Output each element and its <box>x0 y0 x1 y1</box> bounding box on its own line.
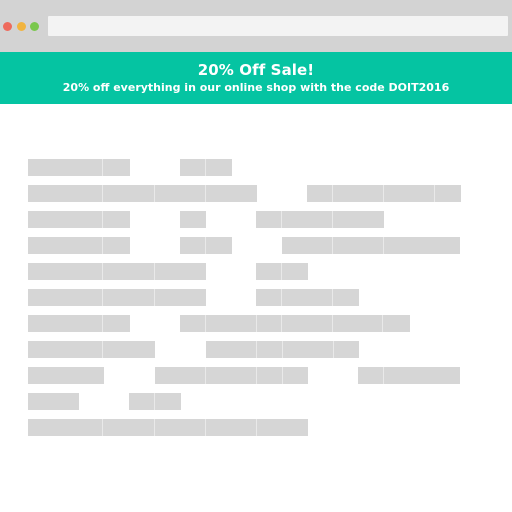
placeholder-text-block <box>358 367 460 384</box>
placeholder-text-block <box>28 185 257 202</box>
placeholder-text-block <box>28 237 130 254</box>
placeholder-text-block <box>256 263 308 280</box>
placeholder-text-block <box>180 211 206 228</box>
maximize-window-icon[interactable] <box>30 22 39 31</box>
placeholder-text-block <box>28 315 130 332</box>
placeholder-text-block <box>28 393 79 410</box>
close-window-icon[interactable] <box>3 22 12 31</box>
minimize-window-icon[interactable] <box>17 22 26 31</box>
placeholder-text-block <box>28 263 206 280</box>
placeholder-text-block <box>282 237 460 254</box>
browser-chrome <box>0 0 512 52</box>
placeholder-text-block <box>180 315 410 332</box>
placeholder-text-block <box>307 185 461 202</box>
placeholder-text-block <box>28 159 130 176</box>
placeholder-text-block <box>256 211 384 228</box>
placeholder-text-block <box>180 237 232 254</box>
placeholder-text-block <box>28 367 104 384</box>
placeholder-text-block <box>28 419 308 436</box>
address-bar[interactable] <box>48 16 508 36</box>
sale-banner-subtitle: 20% off everything in our online shop wi… <box>62 81 450 94</box>
placeholder-text-block <box>256 289 359 306</box>
placeholder-text-block <box>180 159 232 176</box>
placeholder-content <box>0 104 512 512</box>
placeholder-text-block <box>129 393 181 410</box>
placeholder-text-block <box>28 211 130 228</box>
placeholder-text-block <box>28 341 155 358</box>
placeholder-text-block <box>206 341 359 358</box>
placeholder-text-block <box>155 367 308 384</box>
sale-banner-title: 20% Off Sale! <box>197 61 315 79</box>
sale-banner: 20% Off Sale! 20% off everything in our … <box>0 52 512 104</box>
placeholder-text-block <box>28 289 206 306</box>
